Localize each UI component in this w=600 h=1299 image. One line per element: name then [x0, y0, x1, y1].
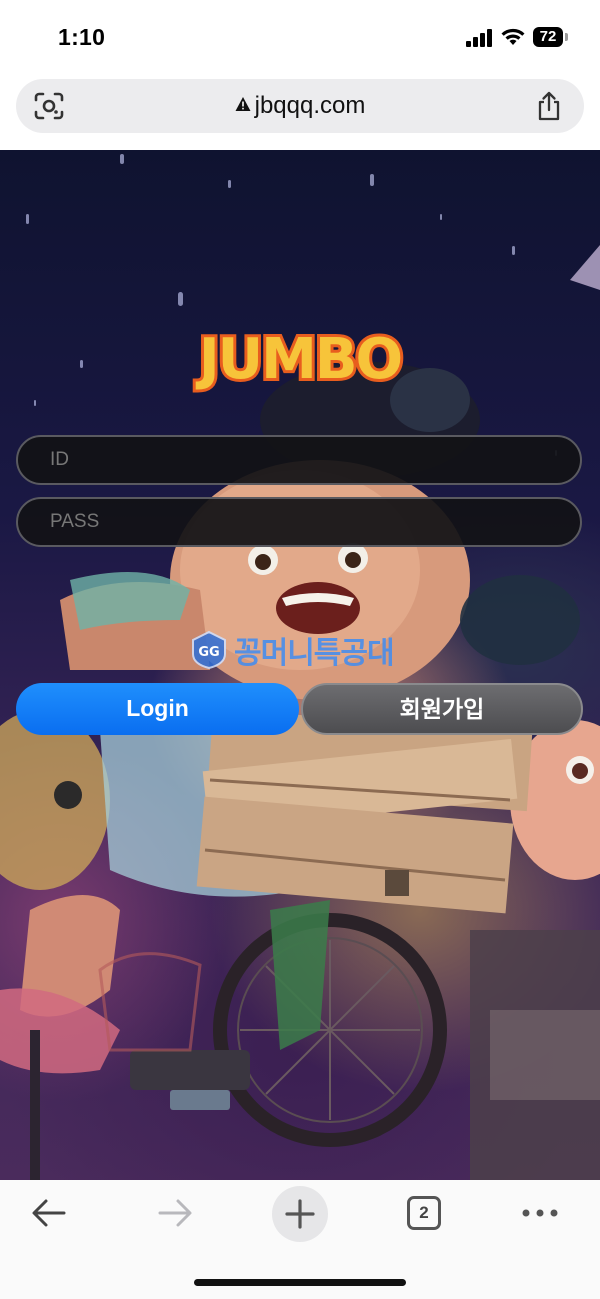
plus-icon: [285, 1199, 315, 1229]
password-field-container: [16, 497, 582, 547]
warning-icon: [235, 97, 251, 111]
address-bar[interactable]: jbqqq.com: [16, 79, 584, 133]
forward-icon[interactable]: [156, 1198, 194, 1228]
password-input[interactable]: [18, 499, 580, 545]
battery-icon: 72: [533, 27, 569, 47]
browser-toolbar: 2: [0, 1180, 600, 1299]
svg-text:GG: GG: [198, 645, 219, 660]
url-text: jbqqq.com: [254, 92, 366, 119]
web-page: JUMBO GG 꽁머니특공대 Login 회원가입: [0, 150, 600, 1180]
watermark-text: 꽁머니특공대: [234, 637, 395, 670]
id-input[interactable]: [18, 437, 580, 483]
signup-button[interactable]: 회원가입: [301, 683, 583, 735]
wifi-icon: [501, 28, 525, 45]
battery-level: 72: [533, 27, 563, 47]
home-indicator[interactable]: [194, 1279, 406, 1286]
id-field-container: [16, 435, 582, 485]
svg-text:JUMBO: JUMBO: [195, 327, 401, 392]
share-icon[interactable]: [536, 91, 562, 121]
back-icon[interactable]: [30, 1198, 68, 1228]
jumbo-logo: JUMBO: [192, 324, 406, 395]
status-time: 1:10: [58, 24, 106, 50]
cellular-signal-icon: [466, 29, 492, 47]
tabs-button[interactable]: 2: [407, 1196, 441, 1230]
status-bar: 1:10 72: [0, 0, 600, 72]
new-tab-button[interactable]: [272, 1186, 328, 1242]
more-icon[interactable]: [520, 1206, 560, 1220]
shield-icon: GG: [192, 630, 226, 670]
url-display[interactable]: jbqqq.com: [16, 79, 584, 133]
login-button[interactable]: Login: [16, 683, 299, 735]
watermark-logo: GG 꽁머니특공대: [190, 628, 430, 674]
